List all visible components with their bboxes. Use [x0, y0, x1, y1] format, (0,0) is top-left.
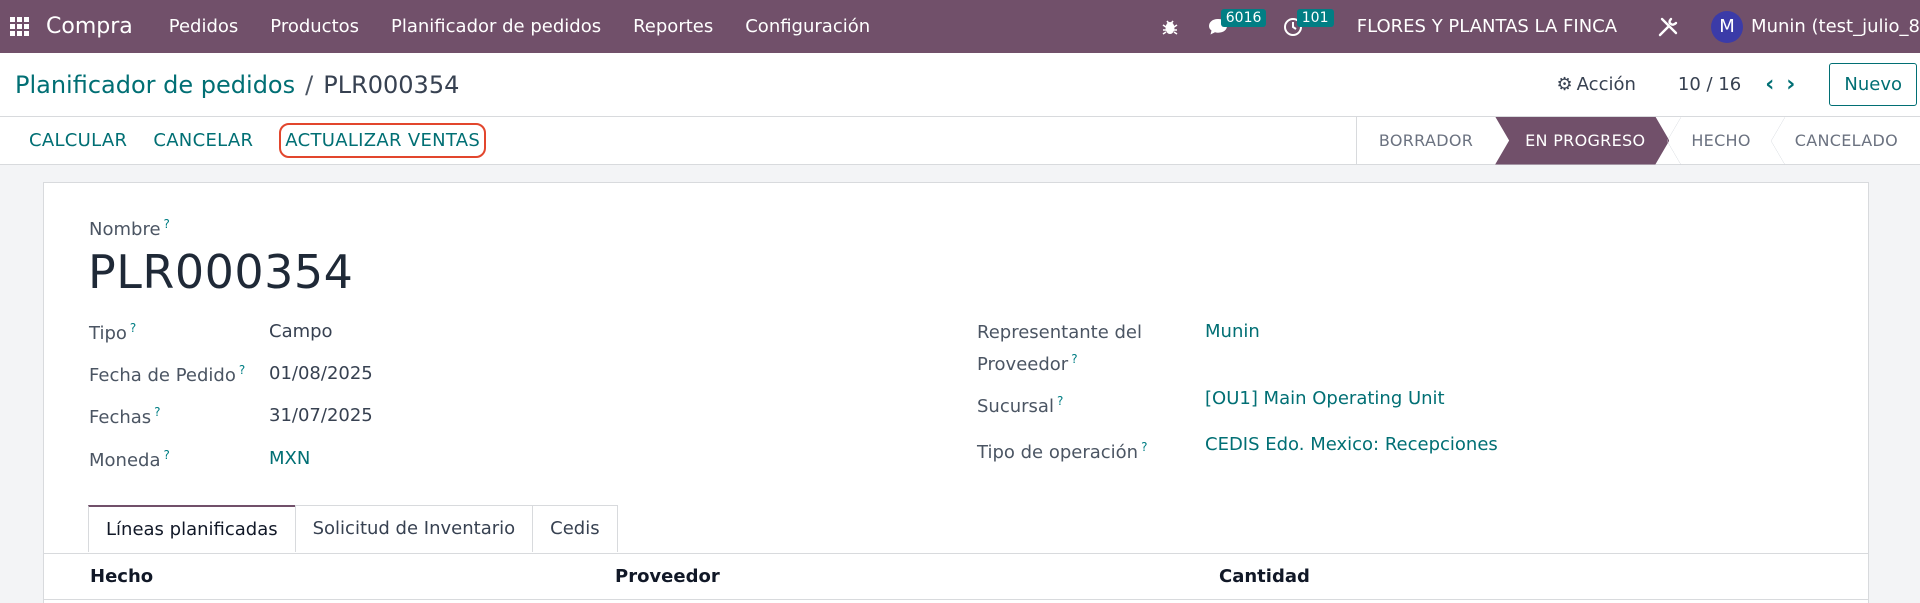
form-sheet: Nombre? PLR000354 Tipo? Campo Fecha de P… [43, 182, 1869, 603]
menu-productos[interactable]: Productos [270, 16, 359, 37]
breadcrumb-current: PLR000354 [323, 70, 460, 99]
tab-cedis[interactable]: Cedis [532, 505, 618, 552]
debug-bug-icon[interactable] [1161, 18, 1179, 36]
control-panel: Planificador de pedidos / PLR000354 ⚙ Ac… [0, 53, 1920, 117]
pager-next-icon[interactable]: › [1786, 72, 1795, 97]
sucursal-value[interactable]: [OU1] Main Operating Unit [1205, 388, 1445, 420]
calcular-button[interactable]: CALCULAR [29, 130, 127, 151]
messages-button[interactable]: 6016 [1207, 8, 1267, 37]
activities-count-badge: 101 [1296, 8, 1334, 27]
apps-menu-button[interactable] [0, 0, 38, 53]
pager-value[interactable]: 10 / 16 [1678, 74, 1741, 95]
messages-count-badge: 6016 [1220, 8, 1267, 27]
cancelar-button[interactable]: CANCELAR [153, 130, 253, 151]
user-menu[interactable]: Munin (test_julio_8 [1751, 16, 1920, 37]
activities-button[interactable]: 101 [1283, 8, 1334, 37]
help-icon[interactable]: ? [1071, 352, 1077, 366]
stage-cancelado[interactable]: CANCELADO [1770, 116, 1920, 165]
column-proveedor[interactable]: Proveedor [615, 566, 720, 587]
breadcrumb-parent-link[interactable]: Planificador de pedidos [15, 71, 295, 99]
tab-solicitud-inventario[interactable]: Solicitud de Inventario [294, 505, 534, 552]
help-icon[interactable]: ? [1057, 394, 1063, 408]
name-label: Nombre? [89, 217, 170, 240]
tipo-operacion-value[interactable]: CEDIS Edo. Mexico: Recepciones [1205, 434, 1498, 466]
top-navbar: Compra Pedidos Productos Planificador de… [0, 0, 1920, 53]
action-menu-button[interactable]: ⚙ Acción [1557, 74, 1636, 95]
field-sucursal: Sucursal? [OU1] Main Operating Unit [977, 388, 1445, 420]
field-fechas: Fechas? 31/07/2025 [89, 405, 373, 428]
record-name[interactable]: PLR000354 [88, 245, 353, 299]
stage-en-progreso[interactable]: EN PROGRESO [1495, 117, 1669, 165]
grid-icon [9, 17, 29, 36]
company-switcher[interactable]: FLORES Y PLANTAS LA FINCA [1357, 16, 1617, 37]
help-icon[interactable]: ? [154, 405, 160, 419]
menu-pedidos[interactable]: Pedidos [169, 16, 239, 37]
menu-planificador[interactable]: Planificador de pedidos [391, 16, 601, 37]
menu-configuracion[interactable]: Configuración [745, 16, 870, 37]
breadcrumb-separator: / [305, 70, 314, 99]
field-moneda: Moneda? MXN [89, 448, 311, 471]
breadcrumb: Planificador de pedidos / PLR000354 [15, 71, 459, 99]
tab-lineas-planificadas[interactable]: Líneas planificadas [88, 505, 296, 552]
new-button[interactable]: Nuevo [1829, 63, 1917, 106]
tipo-value[interactable]: Campo [269, 321, 333, 344]
fechas-value[interactable]: 31/07/2025 [269, 405, 373, 428]
representante-value[interactable]: Munin [1205, 321, 1260, 378]
table-header: Hecho Proveedor Cantidad [44, 554, 1868, 600]
help-icon[interactable]: ? [164, 217, 170, 231]
field-fecha-pedido: Fecha de Pedido? 01/08/2025 [89, 363, 373, 386]
help-icon[interactable]: ? [1141, 440, 1147, 454]
notebook-tabs: Líneas planificadas Solicitud de Inventa… [88, 505, 618, 552]
stage-borrador[interactable]: BORRADOR [1357, 117, 1495, 165]
help-icon[interactable]: ? [163, 448, 169, 462]
avatar[interactable]: M [1711, 10, 1744, 43]
field-representante: Representante del Proveedor? Munin [977, 319, 1260, 378]
menu-reportes[interactable]: Reportes [633, 16, 713, 37]
stage-pipeline: BORRADOR EN PROGRESO HECHO CANCELADO [1355, 116, 1920, 165]
tools-icon[interactable] [1657, 16, 1679, 38]
pager-previous-icon[interactable]: ‹ [1765, 72, 1774, 97]
column-hecho[interactable]: Hecho [90, 566, 153, 587]
app-name[interactable]: Compra [46, 14, 133, 39]
help-icon[interactable]: ? [239, 363, 245, 377]
field-tipo-operacion: Tipo de operación? CEDIS Edo. Mexico: Re… [977, 434, 1498, 466]
fecha-pedido-value[interactable]: 01/08/2025 [269, 363, 373, 386]
action-label: Acción [1576, 74, 1636, 95]
actualizar-ventas-button[interactable]: ACTUALIZAR VENTAS [279, 123, 487, 158]
stage-hecho[interactable]: HECHO [1667, 116, 1772, 165]
status-bar: CALCULAR CANCELAR ACTUALIZAR VENTAS BORR… [0, 116, 1920, 165]
field-tipo: Tipo? Campo [89, 321, 333, 344]
gear-icon: ⚙ [1556, 74, 1573, 95]
help-icon[interactable]: ? [130, 321, 136, 335]
column-cantidad[interactable]: Cantidad [1219, 566, 1310, 587]
moneda-value[interactable]: MXN [269, 448, 310, 471]
